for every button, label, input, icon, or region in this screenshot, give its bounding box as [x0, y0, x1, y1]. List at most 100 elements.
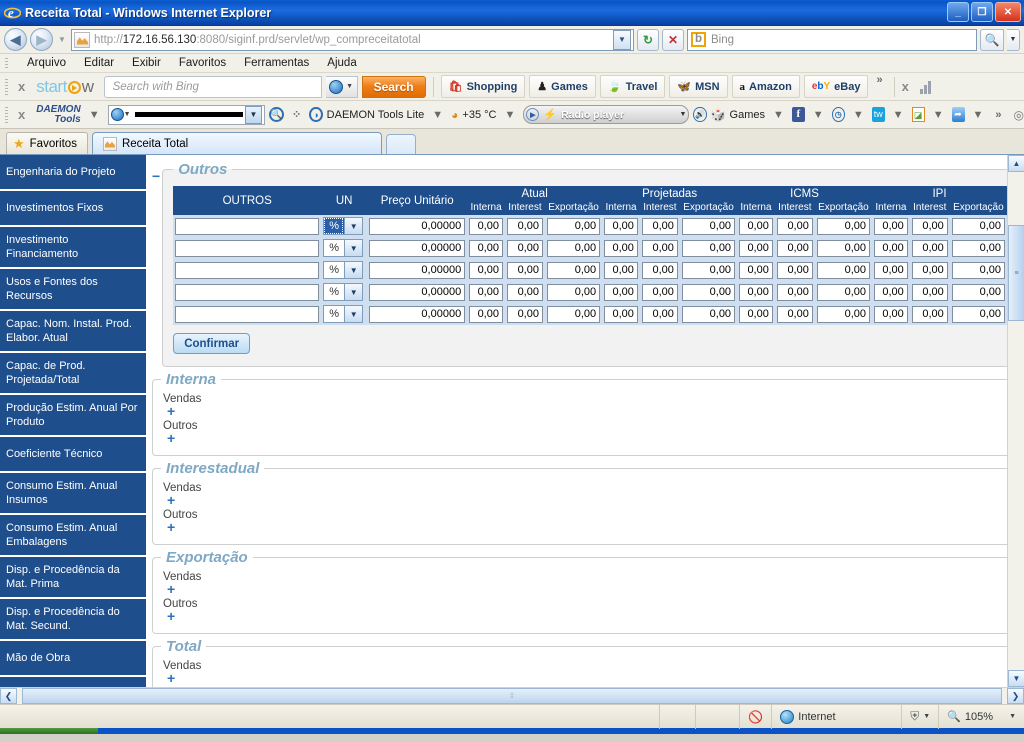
sidebar-item-disp-procedencia-mat-prima[interactable]: Disp. e Procedência da Mat. Prima [0, 557, 146, 599]
sidebar-item-mao-de-obra[interactable]: Mão de Obra [0, 641, 146, 677]
value-input[interactable] [681, 305, 736, 323]
startnow-search-button[interactable]: Search [361, 75, 426, 98]
notes-icon[interactable]: ◪ [911, 107, 925, 122]
add-outros-icon[interactable]: + [167, 431, 1009, 445]
maximize-button[interactable]: ❐ [971, 2, 993, 22]
value-input[interactable] [739, 217, 773, 235]
value-input[interactable] [776, 217, 813, 235]
un-select[interactable]: % ▼ [323, 261, 365, 279]
url-dropdown-icon[interactable]: ▼ [613, 29, 631, 50]
add-outros-icon[interactable]: + [167, 609, 1009, 623]
back-button[interactable]: ◀ [4, 28, 27, 51]
value-input[interactable] [951, 239, 1005, 257]
value-input[interactable] [604, 217, 638, 235]
magnifier-arrow-icon[interactable]: 🔍 [268, 107, 284, 122]
value-input[interactable] [911, 283, 948, 301]
value-input[interactable] [911, 217, 948, 235]
value-input[interactable] [546, 305, 601, 323]
value-input[interactable] [469, 217, 503, 235]
sidebar-item-disp-procedencia-mat-secund[interactable]: Disp. e Procedência do Mat. Secund. [0, 599, 146, 641]
value-input[interactable] [776, 283, 813, 301]
value-input[interactable] [911, 305, 948, 323]
refresh-button[interactable]: ↻ [637, 28, 659, 51]
minimize-button[interactable]: _ [947, 2, 969, 22]
daemon-search-caret-icon[interactable]: ▼ [244, 105, 262, 124]
menu-exibir[interactable]: Exibir [123, 56, 170, 70]
value-input[interactable] [874, 305, 908, 323]
un-select[interactable]: % ▼ [323, 239, 365, 257]
startnow-item-amazon[interactable]: a Amazon [731, 75, 800, 98]
new-tab-button[interactable] [385, 134, 416, 154]
daemon-lite-label[interactable]: DAEMON Tools Lite [327, 109, 425, 121]
search-input[interactable]: b Bing [687, 28, 977, 51]
menu-editar[interactable]: Editar [75, 56, 123, 70]
play-icon[interactable]: ▶ [526, 108, 540, 121]
value-input[interactable] [681, 217, 736, 235]
preco-input[interactable] [369, 305, 466, 323]
preco-input[interactable] [369, 261, 466, 279]
startnow-item-ebay[interactable]: ebY eBay [803, 75, 869, 98]
preco-input[interactable] [369, 239, 466, 257]
value-input[interactable] [816, 283, 870, 301]
notes-caret-icon[interactable]: ▼ [929, 109, 948, 121]
value-input[interactable] [739, 283, 773, 301]
add-vendas-icon[interactable]: + [167, 493, 1009, 507]
value-input[interactable] [911, 261, 948, 279]
sidebar-item-consumo-estim-embalagens[interactable]: Consumo Estim. Anual Embalagens [0, 515, 146, 557]
preco-input[interactable] [369, 217, 466, 235]
value-input[interactable] [641, 283, 678, 301]
menu-ferramentas[interactable]: Ferramentas [235, 56, 318, 70]
value-input[interactable] [506, 239, 543, 257]
value-input[interactable] [816, 239, 870, 257]
stop-button[interactable]: ✕ [662, 28, 684, 51]
daemon-brand-caret-icon[interactable]: ▼ [85, 109, 104, 121]
value-input[interactable] [951, 283, 1005, 301]
daemon-close-icon[interactable]: x [18, 107, 32, 122]
horizontal-scroll-thumb[interactable]: ⦙⦙ [22, 688, 1002, 704]
share-caret-icon[interactable]: ▼ [969, 109, 988, 121]
facebook-icon[interactable]: f [791, 107, 805, 122]
value-input[interactable] [874, 217, 908, 235]
protected-mode-caret-icon[interactable]: ▼ [923, 713, 930, 720]
sidebar-item-usos-e-fontes-dos-recursos[interactable]: Usos e Fontes dos Recursos [0, 269, 146, 311]
startnow-overflow-icon[interactable]: » [872, 74, 886, 86]
outros-input[interactable] [175, 283, 320, 301]
startnow-right-close-icon[interactable]: x [902, 79, 916, 94]
daemon-search-input[interactable]: ▼ ▼ [107, 104, 265, 125]
horizontal-scrollbar[interactable]: ❮ ⦙⦙ ❯ [0, 687, 1024, 704]
value-input[interactable] [641, 217, 678, 235]
value-input[interactable] [776, 239, 813, 257]
value-input[interactable] [951, 305, 1005, 323]
outros-input[interactable] [175, 305, 320, 323]
startnow-engine-selector[interactable]: ▼ [325, 75, 358, 98]
collapse-outros-icon[interactable]: − [152, 169, 160, 183]
add-vendas-icon[interactable]: + [167, 404, 1009, 418]
tweet-icon[interactable]: tw [871, 107, 885, 122]
confirmar-button[interactable]: Confirmar [173, 333, 251, 354]
daemon-overflow-icon[interactable]: » [991, 109, 1005, 121]
signal-bars-icon[interactable] [919, 80, 931, 94]
sidebar-item-depreciacao[interactable]: Depreciação [0, 677, 146, 687]
share-icon[interactable]: ➦ [951, 107, 965, 122]
clock-icon[interactable]: ◷ [831, 107, 845, 122]
temperature-caret-icon[interactable]: ▼ [500, 109, 519, 121]
security-zone[interactable]: Internet [772, 704, 903, 729]
startnow-close-icon[interactable]: x [18, 79, 32, 94]
startnow-item-shopping[interactable]: 🛍 Shopping [440, 75, 526, 98]
value-input[interactable] [546, 283, 601, 301]
value-input[interactable] [681, 239, 736, 257]
clock-caret-icon[interactable]: ▼ [849, 109, 868, 121]
radio-player[interactable]: ▶ ⚡ Radio player ▼ [523, 105, 690, 124]
value-input[interactable] [776, 261, 813, 279]
menu-favoritos[interactable]: Favoritos [170, 56, 235, 70]
value-input[interactable] [469, 239, 503, 257]
value-input[interactable] [816, 305, 870, 323]
value-input[interactable] [776, 305, 813, 323]
protected-mode[interactable]: ⛨ ▼ [902, 704, 940, 729]
value-input[interactable] [874, 261, 908, 279]
sidebar-item-investimentos-fixos[interactable]: Investimentos Fixos [0, 191, 146, 227]
value-input[interactable] [506, 261, 543, 279]
value-input[interactable] [816, 261, 870, 279]
scope-icon[interactable]: ◎ [1014, 108, 1024, 122]
value-input[interactable] [739, 305, 773, 323]
